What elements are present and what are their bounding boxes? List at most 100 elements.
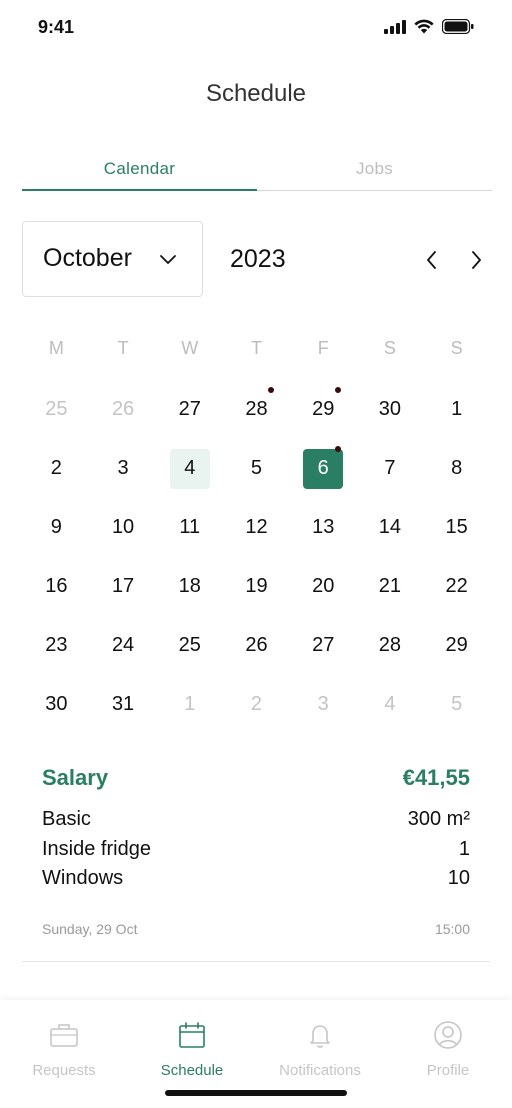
- calendar-day[interactable]: 18: [156, 557, 223, 616]
- job-item: Basic 300 m²: [42, 808, 470, 838]
- calendar-day[interactable]: 31: [90, 675, 157, 734]
- calendar-day[interactable]: 4: [357, 675, 424, 734]
- chevron-left-icon[interactable]: [420, 248, 444, 272]
- calendar-day[interactable]: 22: [423, 557, 490, 616]
- calendar-day[interactable]: 12: [223, 498, 290, 557]
- day-number: 6: [303, 445, 344, 489]
- chevron-right-icon[interactable]: [464, 248, 488, 272]
- day-number: 8: [451, 457, 463, 479]
- calendar-day[interactable]: 19: [223, 557, 290, 616]
- day-number: 25: [45, 398, 68, 420]
- day-number: 7: [384, 457, 396, 479]
- day-number: 10: [111, 516, 135, 538]
- job-items-list: Basic 300 m² Inside fridge 1 Windows 10: [42, 808, 470, 897]
- calendar-day[interactable]: 5: [223, 439, 290, 498]
- status-bar: 9:41: [0, 0, 512, 56]
- calendar-day[interactable]: 26: [90, 380, 157, 439]
- calendar-day[interactable]: 10: [90, 498, 157, 557]
- weekday-header: M T W T F S S: [23, 338, 490, 359]
- day-number: 15: [445, 516, 468, 538]
- nav-label: Schedule: [160, 1062, 224, 1079]
- status-time: 9:41: [38, 17, 75, 37]
- calendar-day[interactable]: 3: [290, 675, 357, 734]
- weekday-label: S: [383, 338, 396, 358]
- weekday-label: T: [250, 338, 262, 358]
- event-dot: [268, 386, 275, 393]
- calendar-day[interactable]: 2: [223, 675, 290, 734]
- day-number: 30: [378, 398, 402, 420]
- job-item-name: Windows: [42, 867, 124, 889]
- day-number: 3: [317, 693, 329, 715]
- nav-item-profile[interactable]: Profile: [384, 1000, 512, 1108]
- battery-icon: [442, 19, 474, 34]
- nav-label: Requests: [32, 1062, 96, 1079]
- calendar-day[interactable]: 27: [290, 616, 357, 675]
- calendar-icon: [179, 1022, 205, 1048]
- tab-calendar[interactable]: Calendar: [22, 150, 257, 191]
- day-number: 28: [236, 386, 276, 430]
- calendar-day-today[interactable]: 4: [156, 439, 223, 498]
- calendar-day[interactable]: 15: [423, 498, 490, 557]
- day-number: 27: [312, 634, 335, 656]
- calendar-day[interactable]: 1: [423, 380, 490, 439]
- nav-item-requests[interactable]: Requests: [0, 1000, 128, 1108]
- day-number: 4: [169, 448, 210, 489]
- calendar-day-selected[interactable]: 6: [290, 439, 357, 498]
- calendar-day[interactable]: 26: [223, 616, 290, 675]
- weekday-label: W: [181, 338, 199, 358]
- day-number: 19: [245, 575, 268, 597]
- job-item-value: 300 m²: [407, 808, 470, 830]
- calendar-day[interactable]: 28: [223, 380, 290, 439]
- weekday-label: F: [317, 338, 329, 358]
- calendar-grid: 25 26 27 28 29 30 1 2 3 4 5 6 7 8 9 10 11 12 13 14 15 16 17 18 1…: [23, 380, 490, 734]
- calendar-day[interactable]: 8: [423, 439, 490, 498]
- calendar-day[interactable]: 5: [423, 675, 490, 734]
- day-number: 14: [378, 516, 402, 538]
- month-label: October: [43, 244, 132, 272]
- home-indicator: [165, 1090, 347, 1096]
- calendar-day[interactable]: 11: [156, 498, 223, 557]
- calendar-day[interactable]: 13: [290, 498, 357, 557]
- day-number: 30: [45, 693, 68, 715]
- briefcase-icon: [50, 1024, 78, 1047]
- calendar-day[interactable]: 29: [423, 616, 490, 675]
- calendar-day[interactable]: 25: [23, 380, 90, 439]
- calendar-day[interactable]: 17: [90, 557, 157, 616]
- day-number: 18: [178, 575, 201, 597]
- calendar-day[interactable]: 30: [23, 675, 90, 734]
- month-dropdown[interactable]: October: [22, 221, 203, 297]
- calendar-day[interactable]: 20: [290, 557, 357, 616]
- calendar-day[interactable]: 2: [23, 439, 90, 498]
- day-number: 21: [378, 575, 402, 597]
- bell-icon: [310, 1025, 330, 1048]
- day-number: 26: [111, 398, 135, 420]
- calendar-day[interactable]: 7: [357, 439, 424, 498]
- day-number: 16: [45, 575, 68, 597]
- day-number: 31: [111, 693, 135, 715]
- job-item-value: 1: [458, 837, 470, 860]
- salary-value: €41,55: [402, 765, 470, 790]
- calendar-day[interactable]: 24: [90, 616, 157, 675]
- calendar-day[interactable]: 27: [156, 380, 223, 439]
- day-number: 3: [117, 457, 129, 479]
- calendar-day[interactable]: 14: [357, 498, 424, 557]
- day-number: 26: [245, 634, 268, 656]
- salary-label: Salary: [42, 765, 109, 790]
- calendar-day[interactable]: 29: [290, 380, 357, 439]
- calendar-day[interactable]: 21: [357, 557, 424, 616]
- day-number: 27: [178, 398, 201, 420]
- job-item: Windows 10: [42, 867, 470, 897]
- day-number: 9: [50, 516, 62, 538]
- calendar-day[interactable]: 3: [90, 439, 157, 498]
- tab-jobs[interactable]: Jobs: [257, 150, 492, 190]
- calendar-day[interactable]: 9: [23, 498, 90, 557]
- calendar-day[interactable]: 30: [357, 380, 424, 439]
- day-number: 12: [245, 516, 268, 538]
- day-number: 20: [312, 575, 335, 597]
- calendar-day[interactable]: 25: [156, 616, 223, 675]
- calendar-day[interactable]: 23: [23, 616, 90, 675]
- calendar-day[interactable]: 1: [156, 675, 223, 734]
- calendar-day[interactable]: 16: [23, 557, 90, 616]
- calendar-day[interactable]: 28: [357, 616, 424, 675]
- weekday-label: S: [450, 338, 463, 358]
